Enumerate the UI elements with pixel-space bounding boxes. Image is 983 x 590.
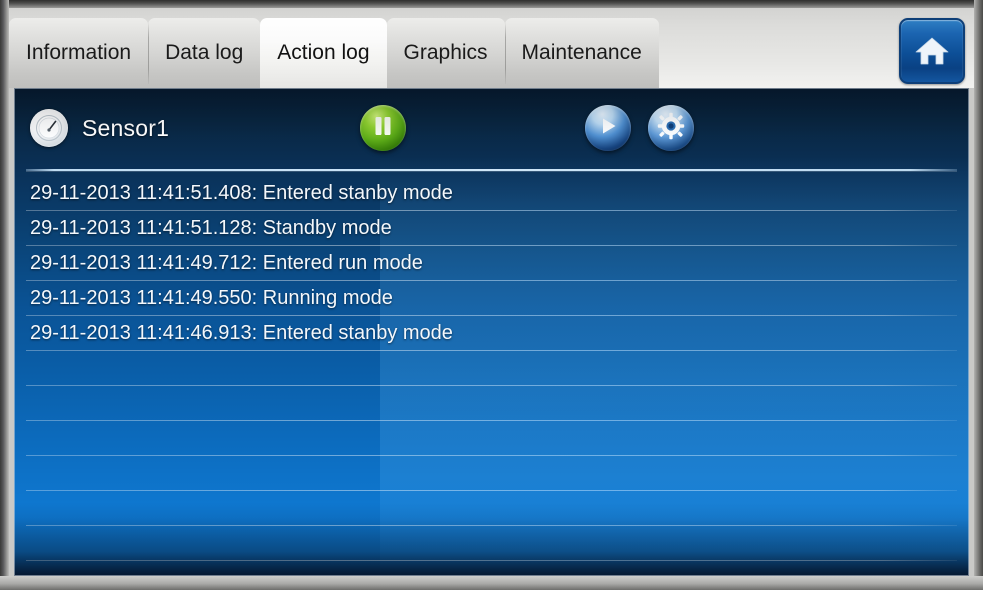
sensor-label: Sensor1 <box>82 114 170 141</box>
home-button[interactable] <box>899 18 965 84</box>
gauge-icon <box>30 109 68 147</box>
log-row-empty[interactable] <box>14 456 969 491</box>
tab-label: Data log <box>165 41 244 64</box>
settings-button[interactable] <box>648 105 694 151</box>
tab-information[interactable]: Information <box>9 18 149 88</box>
action-log-list[interactable]: 29-11-2013 11:41:51.408: Entered stanby … <box>14 176 969 576</box>
bezel-top <box>0 0 983 8</box>
log-row-empty[interactable] <box>14 491 969 526</box>
bezel-right <box>974 0 983 590</box>
tab-graphics[interactable]: Graphics <box>386 18 505 88</box>
log-row[interactable]: 29-11-2013 11:41:49.550: Running mode <box>14 281 969 316</box>
tab-bar: Information Data log Action log Graphics Mai… <box>9 8 974 88</box>
log-row-empty[interactable] <box>14 386 969 421</box>
log-row-empty[interactable] <box>14 421 969 456</box>
home-icon <box>914 35 950 67</box>
log-row[interactable]: 29-11-2013 11:41:51.408: Entered stanby … <box>14 176 969 211</box>
bezel-bottom <box>0 576 983 590</box>
sensor-identity: Sensor1 <box>30 109 169 147</box>
log-row[interactable]: 29-11-2013 11:41:49.712: Entered run mod… <box>14 246 969 281</box>
pause-button[interactable] <box>360 105 406 151</box>
log-entry-text: 29-11-2013 11:41:49.550: Running mode <box>30 287 393 309</box>
tab-label: Action log <box>277 41 370 64</box>
tab-label: Information <box>26 41 132 64</box>
tab-maintenance[interactable]: Maintenance <box>504 18 659 88</box>
play-icon <box>596 114 620 143</box>
screen-header: Sensor1 <box>14 88 969 171</box>
tab-data-log[interactable]: Data log <box>148 18 261 88</box>
gear-icon <box>657 112 685 145</box>
log-entry-text: 29-11-2013 11:41:51.128: Standby mode <box>30 217 392 239</box>
tab-label: Graphics <box>403 41 488 64</box>
log-row[interactable]: 29-11-2013 11:41:51.128: Standby mode <box>14 211 969 246</box>
log-row[interactable]: 29-11-2013 11:41:46.913: Entered stanby … <box>14 316 969 351</box>
device-window: Information Data log Action log Graphics Mai… <box>0 0 983 590</box>
tab-list: Information Data log Action log Graphics Mai… <box>9 18 659 88</box>
header-divider <box>26 169 957 171</box>
log-entry-text: 29-11-2013 11:41:51.408: Entered stanby … <box>30 182 453 204</box>
log-row-empty[interactable] <box>14 526 969 561</box>
bezel-left <box>0 0 9 590</box>
log-entry-text: 29-11-2013 11:41:46.913: Entered stanby … <box>30 322 453 344</box>
play-button[interactable] <box>585 105 631 151</box>
log-entry-text: 29-11-2013 11:41:49.712: Entered run mod… <box>30 252 423 274</box>
tab-action-log[interactable]: Action log <box>260 18 387 88</box>
pause-icon <box>372 114 394 143</box>
display-screen: Sensor1 29-11-2013 11:41:51.408: Entered… <box>14 88 969 576</box>
log-row-empty[interactable] <box>14 351 969 386</box>
tab-label: Maintenance <box>521 41 642 64</box>
